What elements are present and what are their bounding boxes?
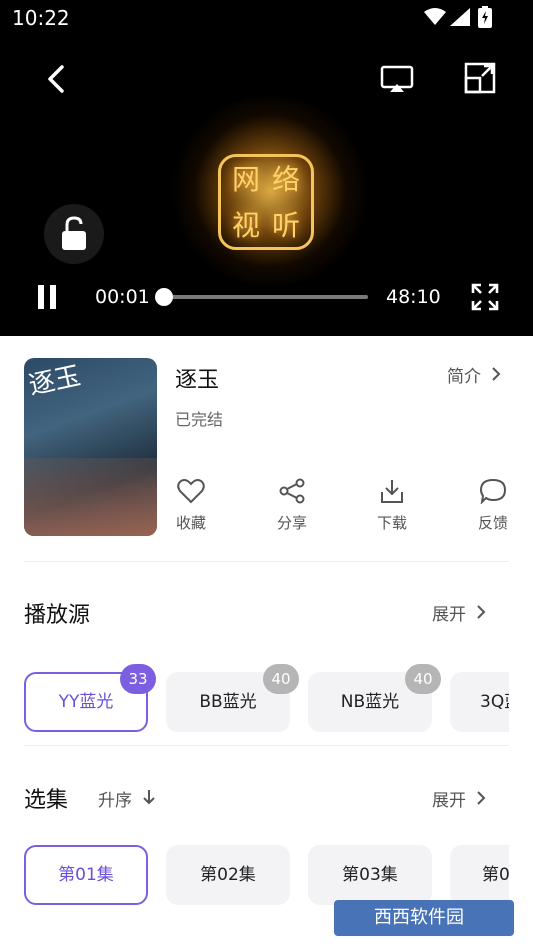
progress-track[interactable] [162, 295, 368, 299]
source-expand-button[interactable]: 展开 [432, 600, 487, 625]
show-title: 逐玉 [175, 368, 220, 393]
source-section-title: 播放源 [24, 603, 91, 628]
download-label: 下载 [376, 514, 407, 532]
wifi-icon [424, 8, 446, 25]
chat-bubble-icon [479, 478, 507, 504]
chevron-right-icon [477, 791, 486, 805]
episode-chip-04[interactable]: 第04集 [450, 845, 509, 905]
source-list: YY蓝光 33 BB蓝光 40 NB蓝光 40 3Q蓝 [24, 658, 509, 738]
source-chip-3q[interactable]: 3Q蓝 [450, 672, 509, 732]
sort-button[interactable]: 升序 [98, 786, 157, 811]
download-icon [381, 480, 403, 503]
poster-title: 逐玉 [26, 361, 84, 402]
episode-section-title: 选集 [24, 788, 69, 813]
intro-button[interactable]: 简介 [447, 362, 502, 387]
source-badge-bb: 40 [263, 664, 299, 694]
unlock-icon [62, 216, 86, 250]
divider [24, 561, 509, 562]
favorite-button[interactable]: 收藏 [161, 478, 221, 533]
feedback-button[interactable]: 反馈 [463, 478, 523, 533]
favorite-label: 收藏 [175, 514, 206, 532]
heart-icon [177, 479, 205, 504]
pause-icon[interactable] [36, 284, 58, 310]
signal-icon [450, 8, 470, 26]
back-icon[interactable] [44, 64, 70, 94]
episode-chip-03[interactable]: 第03集 [308, 845, 432, 905]
episode-chip-02[interactable]: 第02集 [166, 845, 290, 905]
lock-button[interactable] [44, 204, 104, 264]
episode-chip-01[interactable]: 第01集 [24, 845, 148, 905]
source-badge-nb: 40 [405, 664, 441, 694]
progress-knob[interactable] [155, 288, 173, 306]
episode-expand-button[interactable]: 展开 [432, 786, 487, 811]
status-bar: 10:22 [0, 0, 533, 36]
share-button[interactable]: 分享 [262, 478, 322, 533]
video-player[interactable]: 网络视听 00:01 48:10 [0, 36, 533, 336]
battery-icon [478, 6, 492, 28]
current-time: 00:01 [95, 286, 150, 308]
expand-label: 展开 [432, 605, 466, 625]
chevron-right-icon [477, 605, 486, 619]
status-time: 10:22 [12, 6, 70, 30]
fullscreen-icon[interactable] [470, 282, 500, 312]
download-button[interactable]: 下载 [362, 478, 422, 533]
network-av-logo: 网络视听 [218, 154, 314, 250]
show-status: 已完结 [175, 410, 224, 429]
source-badge-yy: 33 [120, 664, 156, 694]
arrow-down-icon [143, 790, 156, 805]
episode-list: 第01集 第02集 第03集 第04集 [24, 845, 509, 907]
divider [24, 745, 509, 746]
cast-icon[interactable] [380, 64, 414, 94]
chevron-right-icon [492, 367, 501, 381]
expand-label: 展开 [432, 791, 466, 811]
feedback-label: 反馈 [477, 514, 508, 532]
sort-label: 升序 [98, 791, 132, 811]
poster-figures [24, 458, 157, 536]
intro-label: 简介 [447, 367, 481, 387]
share-label: 分享 [276, 514, 307, 532]
share-icon [279, 478, 305, 504]
pip-icon[interactable] [464, 62, 496, 94]
total-time: 48:10 [386, 286, 441, 308]
poster-image: 逐玉 [24, 358, 157, 536]
watermark-logo: 西西软件园 [334, 900, 514, 936]
